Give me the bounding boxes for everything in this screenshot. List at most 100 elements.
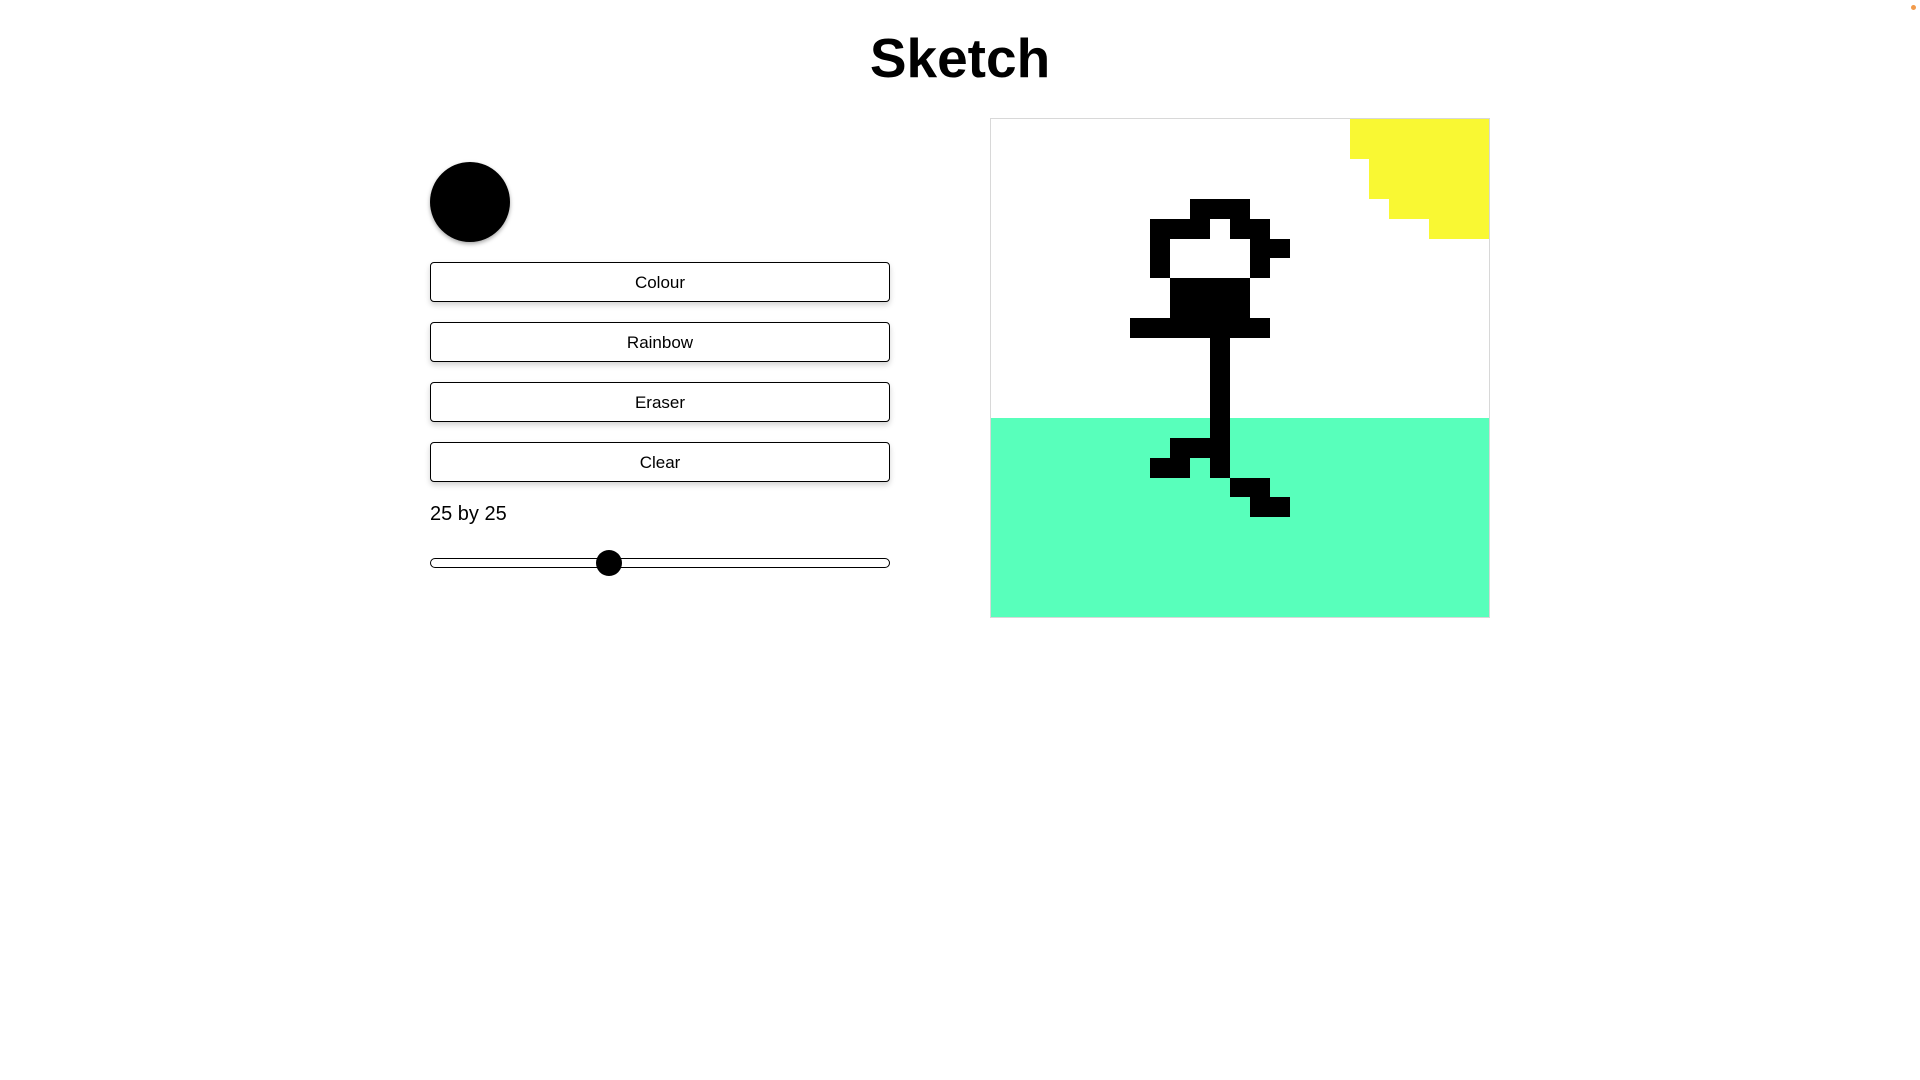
grid-cell[interactable] [1429,178,1450,199]
grid-cell[interactable] [1010,238,1031,259]
grid-cell[interactable] [1130,278,1151,299]
grid-cell[interactable] [1110,477,1131,498]
grid-cell[interactable] [1010,119,1031,139]
grid-cell[interactable] [1469,278,1489,299]
grid-cell[interactable] [1349,377,1370,398]
grid-cell[interactable] [1150,417,1171,438]
grid-cell[interactable] [1210,358,1231,378]
grid-cell[interactable] [1349,278,1370,299]
grid-cell[interactable] [1409,477,1430,498]
grid-cell[interactable] [1249,457,1270,478]
grid-cell[interactable] [1429,437,1450,458]
grid-cell[interactable] [1130,119,1151,139]
grid-cell[interactable] [1369,477,1390,498]
grid-cell[interactable] [1130,358,1151,378]
grid-cell[interactable] [1369,318,1390,339]
grid-cell[interactable] [991,178,1011,199]
grid-cell[interactable] [1190,417,1211,438]
grid-cell[interactable] [1210,477,1231,498]
grid-cell[interactable] [1190,318,1211,339]
grid-cell[interactable] [1249,338,1270,359]
grid-cell[interactable] [1309,158,1330,179]
grid-cell[interactable] [1030,238,1051,259]
grid-cell[interactable] [1090,377,1111,398]
grid-cell[interactable] [1190,557,1211,578]
grid-cell[interactable] [1409,138,1430,159]
grid-cell[interactable] [1230,318,1250,339]
grid-cell[interactable] [991,477,1011,498]
grid-cell[interactable] [1429,318,1450,339]
grid-cell[interactable] [1110,318,1131,339]
grid-cell[interactable] [1289,537,1310,558]
grid-cell[interactable] [1170,338,1191,359]
grid-cell[interactable] [1050,278,1071,299]
grid-cell[interactable] [1449,258,1470,279]
grid-cell[interactable] [991,278,1011,299]
grid-cell[interactable] [1170,358,1191,378]
grid-cell[interactable] [1090,437,1111,458]
grid-cell[interactable] [1249,298,1270,319]
grid-cell[interactable] [1429,577,1450,598]
grid-cell[interactable] [1389,338,1410,359]
grid-cell[interactable] [1050,298,1071,319]
grid-cell[interactable] [1389,497,1410,518]
grid-cell[interactable] [1249,178,1270,199]
grid-cell[interactable] [1050,577,1071,598]
grid-cell[interactable] [1289,278,1310,299]
grid-cell[interactable] [1210,178,1231,199]
grid-cell[interactable] [1230,178,1250,199]
grid-cell[interactable] [991,338,1011,359]
grid-cell[interactable] [1349,358,1370,378]
grid-cell[interactable] [1389,218,1410,239]
grid-cell[interactable] [1249,238,1270,259]
grid-cell[interactable] [1090,577,1111,598]
grid-cell[interactable] [1030,138,1051,159]
grid-cell[interactable] [1469,577,1489,598]
grid-cell[interactable] [1050,497,1071,518]
slider-track[interactable] [430,558,890,568]
grid-cell[interactable] [1309,397,1330,418]
grid-cell[interactable] [1010,497,1031,518]
grid-cell[interactable] [1050,417,1071,438]
grid-cell[interactable] [1050,517,1071,538]
grid-cell[interactable] [1070,557,1091,578]
grid-cell[interactable] [1150,298,1171,319]
grid-cell[interactable] [1150,397,1171,418]
grid-cell[interactable] [1210,497,1231,518]
grid-cell[interactable] [1329,437,1350,458]
grid-cell[interactable] [1070,537,1091,558]
grid-cell[interactable] [991,318,1011,339]
grid-cell[interactable] [1070,377,1091,398]
grid-cell[interactable] [1389,537,1410,558]
grid-cell[interactable] [1210,517,1231,538]
grid-cell[interactable] [1210,397,1231,418]
grid-cell[interactable] [1130,517,1151,538]
grid-cell[interactable] [991,517,1011,538]
grid-cell[interactable] [1090,298,1111,319]
grid-cell[interactable] [1070,517,1091,538]
rainbow-button[interactable]: Rainbow [430,322,890,362]
grid-cell[interactable] [1289,258,1310,279]
grid-cell[interactable] [1449,377,1470,398]
grid-cell[interactable] [1369,557,1390,578]
grid-cell[interactable] [1110,457,1131,478]
grid-cell[interactable] [1050,358,1071,378]
grid-cell[interactable] [1030,377,1051,398]
grid-cell[interactable] [1170,457,1191,478]
grid-cell[interactable] [1170,397,1191,418]
grid-cell[interactable] [1030,597,1051,617]
grid-cell[interactable] [1190,397,1211,418]
grid-cell[interactable] [1369,338,1390,359]
grid-cell[interactable] [1289,377,1310,398]
grid-cell[interactable] [1010,278,1031,299]
grid-cell[interactable] [1309,298,1330,319]
grid-cell[interactable] [1309,218,1330,239]
grid-cell[interactable] [1469,178,1489,199]
grid-cell[interactable] [1130,497,1151,518]
grid-cell[interactable] [1050,338,1071,359]
grid-cell[interactable] [1469,397,1489,418]
grid-cell[interactable] [1369,597,1390,617]
grid-cell[interactable] [1010,298,1031,319]
grid-cell[interactable] [1389,238,1410,259]
grid-cell[interactable] [1349,138,1370,159]
